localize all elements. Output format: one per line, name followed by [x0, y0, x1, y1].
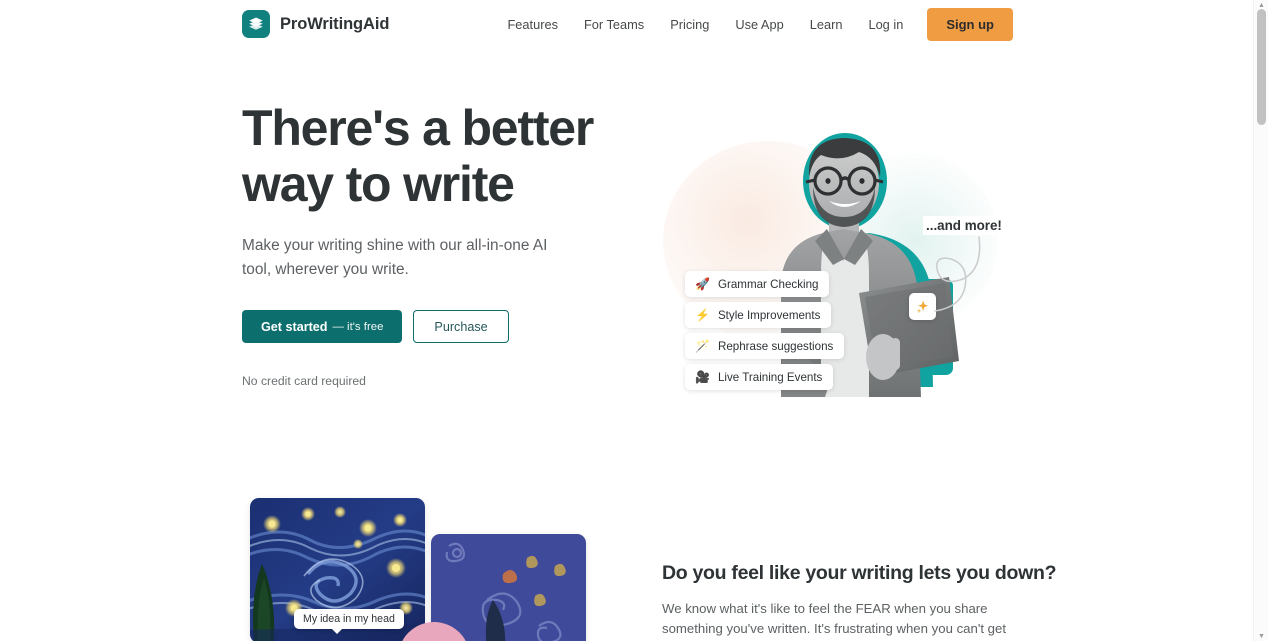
purchase-button[interactable]: Purchase — [413, 310, 509, 343]
hero-title-line-2: way to write — [242, 156, 515, 212]
feature-card-label: Grammar Checking — [717, 277, 819, 291]
hero-cta-group: Get started — it's free Purchase — [242, 310, 642, 343]
nav-item-for-teams[interactable]: For Teams — [571, 11, 657, 38]
flat-blue-image-card — [431, 534, 586, 641]
nav-item-use-app[interactable]: Use App — [722, 11, 796, 38]
idea-illustration-group: My idea in my head — [250, 498, 590, 641]
feature-card-rephrase-suggestions[interactable]: 🪄 Rephrase suggestions — [685, 333, 845, 359]
my-idea-in-my-head-label: My idea in my head — [294, 609, 404, 634]
feature-card-live-training-events[interactable]: 🎥 Live Training Events — [685, 364, 834, 390]
hero-copy: There's a better way to write Make your … — [242, 100, 642, 388]
scroll-down-arrow-icon[interactable]: ▼ — [1254, 632, 1268, 640]
curvy-arrow-decoration — [934, 236, 981, 312]
lightning-bolt-icon: ⚡ — [695, 308, 710, 322]
nav-item-log-in[interactable]: Log in — [855, 11, 916, 38]
writing-lets-you-down-section: My idea in my head Do you feel like your… — [0, 488, 1253, 641]
brand-logo-link[interactable]: ProWritingAid — [242, 10, 389, 38]
brand-name: ProWritingAid — [280, 14, 390, 33]
feature-card-grammar-checking[interactable]: 🚀 Grammar Checking — [685, 271, 830, 297]
magic-wand-icon: 🪄 — [695, 339, 710, 353]
vertical-scrollbar[interactable]: ▲ ▼ — [1253, 0, 1268, 641]
video-camera-icon: 🎥 — [695, 370, 710, 384]
get-started-label: Get started — [261, 319, 328, 334]
prowritingaid-book-logo-icon — [242, 10, 270, 38]
nav-item-features[interactable]: Features — [494, 11, 571, 38]
site-header: ProWritingAid Features For Teams Pricing… — [0, 0, 1253, 48]
lower-section-heading: Do you feel like your writing lets you d… — [662, 562, 1057, 584]
hero-section: There's a better way to write Make your … — [0, 48, 1253, 488]
get-started-free-note: — it's free — [332, 320, 384, 333]
lower-section-copy: Do you feel like your writing lets you d… — [662, 562, 1062, 641]
sign-up-button[interactable]: Sign up — [927, 7, 1013, 41]
get-started-button[interactable]: Get started — it's free — [242, 310, 403, 343]
scrollbar-thumb[interactable] — [1257, 9, 1266, 125]
feature-card-label: Rephrase suggestions — [717, 339, 834, 353]
primary-navigation: Features For Teams Pricing Use App Learn… — [494, 7, 1013, 41]
hero-illustration: ...and more! 🚀 Grammar Checking ⚡ Style … — [655, 103, 1015, 443]
browser-viewport: ProWritingAid Features For Teams Pricing… — [0, 0, 1253, 641]
and-more-annotation: ...and more! — [923, 216, 1005, 235]
no-credit-card-note: No credit card required — [242, 374, 366, 388]
hero-title: There's a better way to write — [242, 100, 642, 212]
lower-section-body: We know what it's like to feel the FEAR … — [662, 601, 1007, 641]
hero-subtitle: Make your writing shine with our all-in-… — [242, 237, 548, 278]
feature-card-style-improvements[interactable]: ⚡ Style Improvements — [685, 302, 832, 328]
nav-item-learn[interactable]: Learn — [797, 11, 856, 38]
page-root: ProWritingAid Features For Teams Pricing… — [0, 0, 1268, 641]
feature-card-label: Live Training Events — [717, 370, 823, 384]
feature-card-label: Style Improvements — [717, 308, 821, 322]
nav-item-pricing[interactable]: Pricing — [657, 11, 722, 38]
hero-title-line-1: There's a better — [242, 100, 594, 156]
scroll-up-arrow-icon[interactable]: ▲ — [1254, 1, 1268, 9]
rocket-icon: 🚀 — [695, 277, 710, 291]
feature-card-list: 🚀 Grammar Checking ⚡ Style Improvements … — [685, 271, 900, 395]
